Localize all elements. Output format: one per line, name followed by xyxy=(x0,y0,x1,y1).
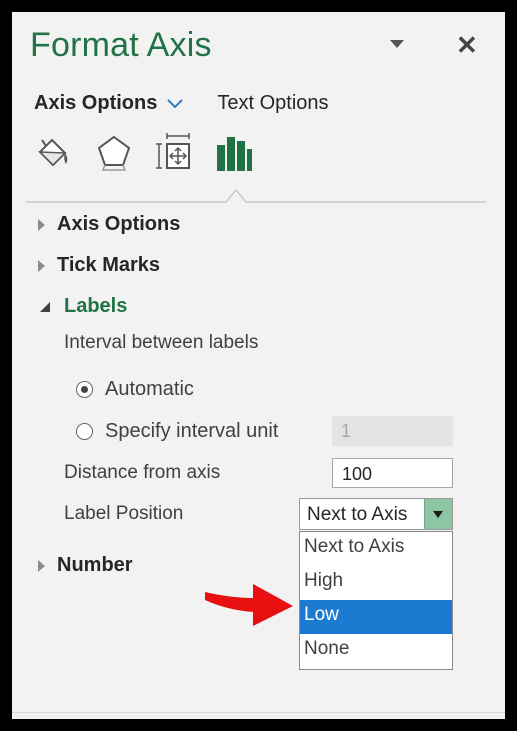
tab-axis-options-label: Axis Options xyxy=(34,92,158,114)
pane-bottom-border xyxy=(12,712,505,713)
effects-icon[interactable] xyxy=(94,132,134,176)
task-pane-options-button[interactable] xyxy=(390,40,404,48)
dropdown-option-none[interactable]: None xyxy=(300,634,452,668)
chevron-right-icon xyxy=(38,218,45,231)
section-number[interactable]: Number xyxy=(38,554,133,577)
format-axis-pane: Format Axis ✕ Axis Options Text Options xyxy=(12,12,505,719)
radio-button-selected[interactable] xyxy=(76,381,93,398)
dropdown-option-high[interactable]: High xyxy=(300,566,452,600)
red-arrow-annotation-icon xyxy=(205,584,293,626)
distance-label: Distance from axis xyxy=(64,462,221,483)
fill-line-icon[interactable] xyxy=(34,132,74,176)
close-pane-button[interactable]: ✕ xyxy=(456,30,478,60)
section-tick-marks[interactable]: Tick Marks xyxy=(38,254,160,277)
dropdown-arrow-icon[interactable] xyxy=(424,499,452,529)
options-tabs: Axis Options Text Options xyxy=(34,92,329,115)
label-position-dropdown: Next to Axis High Low None xyxy=(299,531,453,670)
interval-unit-input: 1 xyxy=(332,416,453,446)
size-properties-icon[interactable] xyxy=(154,132,194,176)
interval-heading: Interval between labels xyxy=(64,332,259,353)
radio-automatic[interactable]: Automatic xyxy=(76,378,194,401)
label-position-value: Next to Axis xyxy=(307,504,408,525)
radio-button[interactable] xyxy=(76,423,93,440)
tab-text-options[interactable]: Text Options xyxy=(217,92,328,115)
axis-options-icon[interactable] xyxy=(214,132,254,176)
distance-input[interactable]: 100 xyxy=(332,458,453,488)
section-number-label: Number xyxy=(57,554,133,576)
pane-title: Format Axis xyxy=(30,26,212,64)
chevron-right-icon xyxy=(38,559,45,572)
section-axis-options[interactable]: Axis Options xyxy=(38,213,180,236)
label-position-label: Label Position xyxy=(64,503,184,524)
section-labels[interactable]: Labels xyxy=(38,295,127,318)
dropdown-option-low[interactable]: Low xyxy=(300,600,452,634)
tab-axis-options[interactable]: Axis Options xyxy=(34,92,184,115)
category-separator xyxy=(26,188,486,203)
section-tick-marks-label: Tick Marks xyxy=(57,254,161,276)
dropdown-option-next-to-axis[interactable]: Next to Axis xyxy=(300,532,452,566)
section-labels-label: Labels xyxy=(64,295,128,317)
section-axis-options-label: Axis Options xyxy=(57,213,181,235)
triangle-expanded-icon xyxy=(40,301,50,312)
radio-specify-interval[interactable]: Specify interval unit xyxy=(76,420,278,443)
radio-specify-label: Specify interval unit xyxy=(105,420,279,442)
chevron-down-icon[interactable] xyxy=(167,92,184,115)
chevron-right-icon xyxy=(38,259,45,272)
radio-automatic-label: Automatic xyxy=(105,378,194,400)
label-position-select[interactable]: Next to Axis xyxy=(299,498,453,530)
